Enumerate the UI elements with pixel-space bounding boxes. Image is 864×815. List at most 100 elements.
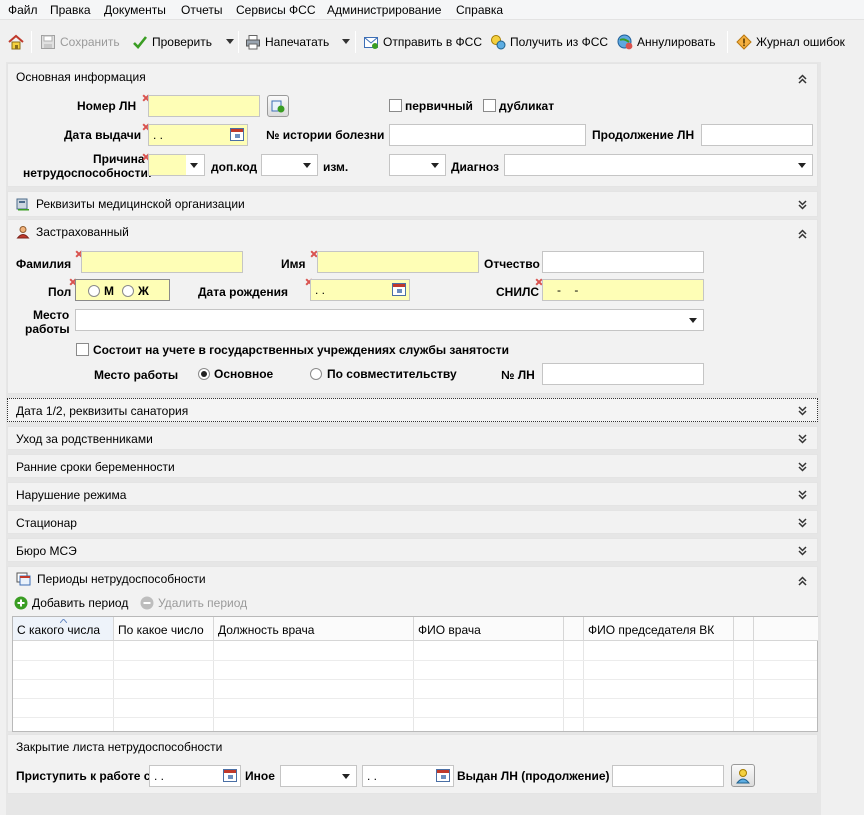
- diagnosis-select[interactable]: [504, 154, 813, 176]
- check-button[interactable]: Проверить: [132, 33, 212, 51]
- ln-no-input[interactable]: [542, 363, 704, 385]
- print-button[interactable]: Напечатать: [245, 33, 329, 51]
- expand-chevron-icon[interactable]: [798, 490, 807, 500]
- section-main-info: Основная информация Номер ЛН первичный д…: [7, 63, 818, 187]
- collapse-chevron-icon[interactable]: [798, 74, 807, 84]
- continuation-input[interactable]: [701, 124, 813, 146]
- receive-fss-button[interactable]: Получить из ФСС: [490, 33, 608, 51]
- menu-file[interactable]: Файл: [8, 3, 38, 17]
- check-dropdown-arrow[interactable]: [226, 39, 234, 44]
- save-button[interactable]: Сохранить: [40, 33, 120, 51]
- column-header-doctor-name[interactable]: ФИО врача: [414, 617, 564, 641]
- column-header-extra-2[interactable]: [734, 617, 754, 641]
- error-log-button[interactable]: Журнал ошибок: [736, 33, 845, 51]
- add-period-label: Добавить период: [32, 596, 129, 610]
- calendar-icon[interactable]: [392, 283, 406, 296]
- collapse-chevron-icon[interactable]: [798, 229, 807, 239]
- name-input[interactable]: [317, 251, 479, 273]
- section-closing-header[interactable]: Закрытие листа нетрудоспособности: [16, 740, 222, 754]
- gender-f-radio[interactable]: [122, 285, 134, 297]
- snils-label: СНИЛС: [496, 285, 540, 299]
- home-button[interactable]: [8, 33, 24, 51]
- menu-administration[interactable]: Администрирование: [327, 3, 441, 17]
- issued-ln-label: Выдан ЛН (продолжение): [457, 769, 610, 783]
- issued-ln-input[interactable]: [612, 765, 724, 787]
- gender-f-label: Ж: [138, 284, 149, 298]
- ln-number-input[interactable]: [148, 95, 260, 117]
- add-period-button[interactable]: Добавить период: [14, 596, 128, 610]
- main-work-radio[interactable]: [198, 368, 210, 380]
- collapse-chevron-icon[interactable]: [798, 576, 807, 586]
- section-regime-violation-header[interactable]: Нарушение режима: [16, 488, 126, 502]
- annul-button[interactable]: Аннулировать: [617, 33, 715, 51]
- other-date-input[interactable]: . .: [362, 765, 454, 787]
- other-select[interactable]: [280, 765, 357, 787]
- section-regime-violation[interactable]: Нарушение режима: [7, 482, 818, 506]
- periods-table[interactable]: С какого числа По какое число Должность …: [12, 616, 818, 732]
- print-dropdown-arrow[interactable]: [342, 39, 350, 44]
- add-code-label: доп.код: [211, 160, 258, 174]
- column-header-to[interactable]: По какое число: [114, 617, 214, 641]
- section-early-pregnancy[interactable]: Ранние сроки беременности: [7, 454, 818, 478]
- section-relative-care-header[interactable]: Уход за родственниками: [16, 432, 153, 446]
- menu-help[interactable]: Справка: [456, 3, 503, 17]
- birth-date-input[interactable]: . .: [310, 279, 410, 301]
- column-header-vk-chairman[interactable]: ФИО председателя ВК: [584, 617, 734, 641]
- calendar-icon[interactable]: [436, 769, 450, 782]
- calendar-icon[interactable]: [223, 769, 237, 782]
- ln-number-lookup-button[interactable]: [267, 95, 289, 117]
- change-select[interactable]: [389, 154, 446, 176]
- history-input[interactable]: [389, 124, 586, 146]
- menu-edit[interactable]: Правка: [50, 3, 91, 17]
- primary-checkbox[interactable]: [389, 99, 402, 112]
- expand-chevron-icon[interactable]: [798, 518, 807, 528]
- section-med-org-header[interactable]: Реквизиты медицинской организации: [16, 197, 245, 211]
- chevron-down-icon: [190, 163, 198, 168]
- send-fss-button[interactable]: Отправить в ФСС: [363, 33, 482, 51]
- chevron-down-icon: [303, 163, 311, 168]
- section-main-info-title: Основная информация: [16, 70, 146, 84]
- add-code-select[interactable]: [261, 154, 318, 176]
- issued-ln-lookup-button[interactable]: [731, 764, 755, 787]
- delete-period-button[interactable]: Удалить период: [140, 596, 247, 610]
- expand-chevron-icon[interactable]: [798, 406, 807, 416]
- column-header-doctor-position[interactable]: Должность врача: [214, 617, 414, 641]
- expand-chevron-icon[interactable]: [798, 462, 807, 472]
- diagnosis-label: Диагноз: [451, 160, 499, 174]
- section-periods-header[interactable]: Периоды нетрудоспособности: [16, 572, 206, 586]
- section-med-org[interactable]: Реквизиты медицинской организации: [7, 191, 818, 217]
- error-log-label: Журнал ошибок: [756, 35, 845, 49]
- employment-service-checkbox[interactable]: [76, 343, 89, 356]
- section-hospital[interactable]: Стационар: [7, 510, 818, 534]
- section-sanatorium[interactable]: Дата 1/2, реквизиты санатория: [7, 398, 818, 422]
- expand-chevron-icon[interactable]: [798, 434, 807, 444]
- duplicate-checkbox[interactable]: [483, 99, 496, 112]
- expand-chevron-icon[interactable]: [798, 546, 807, 556]
- issue-date-input[interactable]: . .: [148, 124, 248, 146]
- reason-select[interactable]: [148, 154, 205, 176]
- workplace-select[interactable]: [75, 309, 704, 331]
- section-mse-bureau[interactable]: Бюро МСЭ: [7, 538, 818, 562]
- menu-documents[interactable]: Документы: [104, 3, 166, 17]
- send-mail-icon: [364, 37, 378, 49]
- gender-m-radio[interactable]: [88, 285, 100, 297]
- section-regime-violation-title: Нарушение режима: [16, 488, 127, 502]
- surname-input[interactable]: [81, 251, 243, 273]
- section-hospital-header[interactable]: Стационар: [16, 516, 77, 530]
- column-header-extra-1[interactable]: [564, 617, 584, 641]
- section-sanatorium-header[interactable]: Дата 1/2, реквизиты санатория: [16, 404, 188, 418]
- section-main-info-header[interactable]: Основная информация: [16, 70, 146, 84]
- menu-bar: Файл Правка Документы Отчеты Сервисы ФСС…: [0, 0, 864, 20]
- snils-input[interactable]: - -: [542, 279, 704, 301]
- calendar-icon[interactable]: [230, 128, 244, 141]
- expand-chevron-icon[interactable]: [798, 200, 807, 210]
- section-mse-bureau-header[interactable]: Бюро МСЭ: [16, 544, 77, 558]
- section-early-pregnancy-header[interactable]: Ранние сроки беременности: [16, 460, 175, 474]
- menu-fss-services[interactable]: Сервисы ФСС: [236, 3, 316, 17]
- section-insured-header[interactable]: Застрахованный: [16, 225, 129, 239]
- patronymic-input[interactable]: [542, 251, 704, 273]
- section-relative-care[interactable]: Уход за родственниками: [7, 426, 818, 450]
- part-time-radio[interactable]: [310, 368, 322, 380]
- menu-reports[interactable]: Отчеты: [181, 3, 222, 17]
- start-work-date-input[interactable]: . .: [149, 765, 241, 787]
